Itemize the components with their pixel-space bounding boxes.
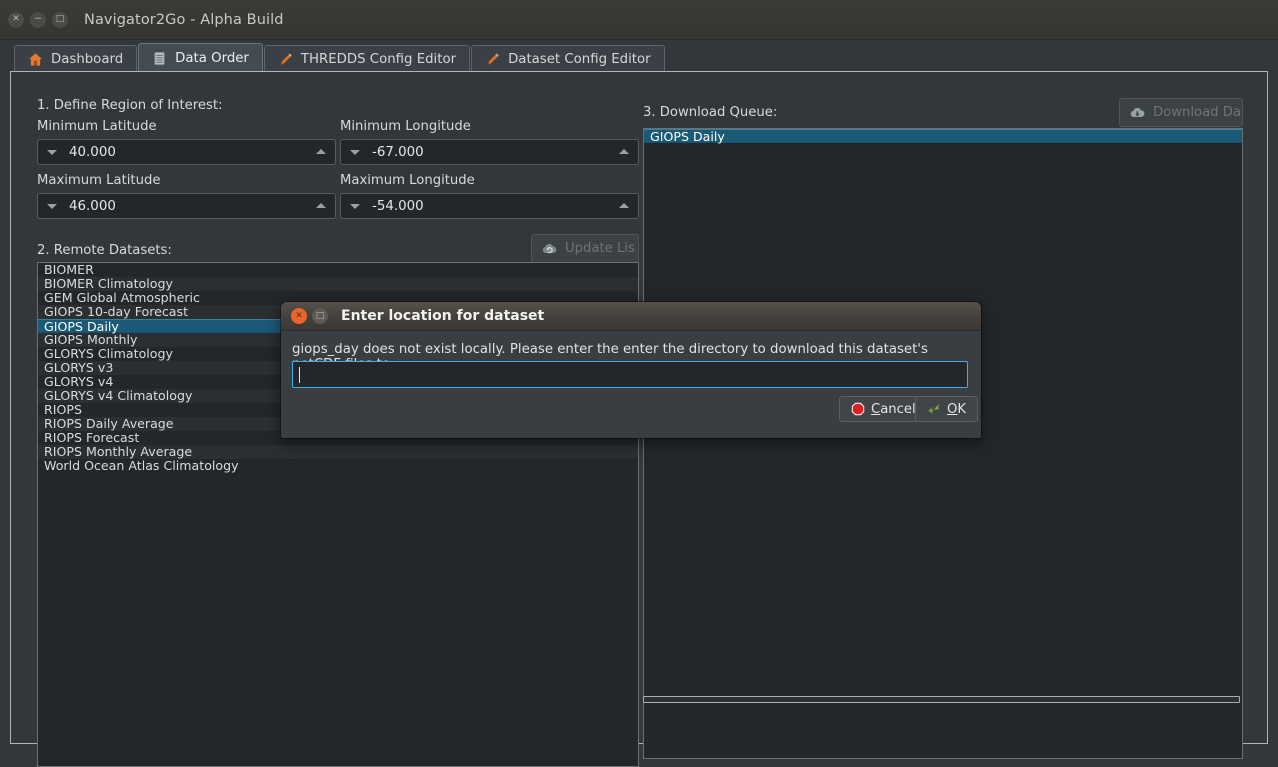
cloud-download-icon xyxy=(1130,107,1145,118)
window-minimize-button[interactable]: − xyxy=(30,11,46,28)
max-longitude-spinbox[interactable]: -54.000 xyxy=(340,193,639,219)
ok-accel: O xyxy=(947,401,958,417)
server-icon xyxy=(154,51,165,65)
directory-path-input[interactable] xyxy=(292,361,968,388)
max-latitude-label: Maximum Latitude xyxy=(37,173,161,188)
download-queue-list[interactable]: GIOPS Daily xyxy=(643,128,1243,759)
window-maximize-button[interactable]: □ xyxy=(52,11,68,28)
min-longitude-value: -67.000 xyxy=(372,144,424,160)
tab-thredds-config-editor-label: THREDDS Config Editor xyxy=(300,51,457,67)
chevron-down-icon[interactable] xyxy=(47,150,57,155)
tab-bar: Dashboard Data Order THREDDS Config Edit… xyxy=(0,40,1278,72)
chevron-up-icon[interactable] xyxy=(619,203,629,208)
close-icon: ✕ xyxy=(295,310,303,321)
region-heading: 1. Define Region of Interest: xyxy=(37,98,223,113)
chevron-down-icon[interactable] xyxy=(350,204,360,209)
ok-button[interactable]: OK xyxy=(915,396,979,422)
max-latitude-spinbox[interactable]: 46.000 xyxy=(37,193,336,219)
dialog-title: Enter location for dataset xyxy=(341,308,545,324)
cancel-accel: C xyxy=(871,401,881,417)
tab-thredds-config-editor[interactable]: THREDDS Config Editor xyxy=(263,45,471,72)
tab-dashboard-label: Dashboard xyxy=(51,51,124,67)
download-progress-bar xyxy=(643,696,1240,703)
min-longitude-label: Minimum Longitude xyxy=(340,119,471,134)
home-icon xyxy=(28,52,43,66)
chevron-down-icon[interactable] xyxy=(350,150,360,155)
stop-icon xyxy=(851,402,865,416)
pencil-icon xyxy=(280,52,292,65)
min-latitude-label: Minimum Latitude xyxy=(37,119,157,134)
window-titlebar: ✕ − □ Navigator2Go - Alpha Build xyxy=(0,0,1278,40)
enter-arrow-icon xyxy=(928,404,939,415)
dialog-maximize-button[interactable]: □ xyxy=(312,308,328,324)
min-latitude-value: 40.000 xyxy=(69,144,116,160)
ok-label: OK xyxy=(947,401,967,417)
minimize-icon: − xyxy=(34,14,42,24)
tab-data-order-label: Data Order xyxy=(175,50,249,66)
cloud-refresh-icon xyxy=(542,243,557,254)
min-latitude-spinbox[interactable]: 40.000 xyxy=(37,139,336,165)
remote-datasets-heading: 2. Remote Datasets: xyxy=(37,243,172,258)
chevron-up-icon[interactable] xyxy=(316,149,326,154)
list-item[interactable]: BIOMER Climatology xyxy=(38,277,638,291)
window-close-button[interactable]: ✕ xyxy=(8,11,24,28)
dialog-close-button[interactable]: ✕ xyxy=(291,308,307,324)
chevron-up-icon[interactable] xyxy=(316,203,326,208)
chevron-down-icon[interactable] xyxy=(47,204,57,209)
min-longitude-spinbox[interactable]: -67.000 xyxy=(340,139,639,165)
tab-dataset-config-editor[interactable]: Dataset Config Editor xyxy=(471,45,665,72)
update-list-label: Update Lis xyxy=(565,241,635,256)
list-item[interactable]: World Ocean Atlas Climatology xyxy=(38,459,638,473)
pencil-icon xyxy=(487,52,500,65)
download-data-button[interactable]: Download Data xyxy=(1119,98,1243,127)
close-icon: ✕ xyxy=(12,14,20,24)
max-latitude-value: 46.000 xyxy=(69,198,116,214)
tab-dataset-config-editor-label: Dataset Config Editor xyxy=(508,51,651,67)
tab-dashboard[interactable]: Dashboard xyxy=(14,45,138,72)
maximize-icon: □ xyxy=(315,310,325,321)
list-item[interactable]: GIOPS Daily xyxy=(644,129,1242,144)
cancel-label: Cancel xyxy=(871,401,916,417)
dialog-titlebar: ✕ □ Enter location for dataset xyxy=(281,302,981,331)
download-data-label: Download Data xyxy=(1153,105,1242,120)
max-longitude-value: -54.000 xyxy=(372,198,424,214)
window-title: Navigator2Go - Alpha Build xyxy=(84,11,284,28)
maximize-icon: □ xyxy=(55,14,65,24)
list-item[interactable]: RIOPS Monthly Average xyxy=(38,445,638,459)
max-longitude-label: Maximum Longitude xyxy=(340,173,475,188)
download-queue-heading: 3. Download Queue: xyxy=(643,105,778,120)
text-cursor xyxy=(299,367,300,383)
tab-data-order[interactable]: Data Order xyxy=(138,43,263,72)
list-item[interactable]: BIOMER xyxy=(38,263,638,277)
chevron-up-icon[interactable] xyxy=(619,149,629,154)
update-list-button[interactable]: Update Lis xyxy=(531,234,639,263)
